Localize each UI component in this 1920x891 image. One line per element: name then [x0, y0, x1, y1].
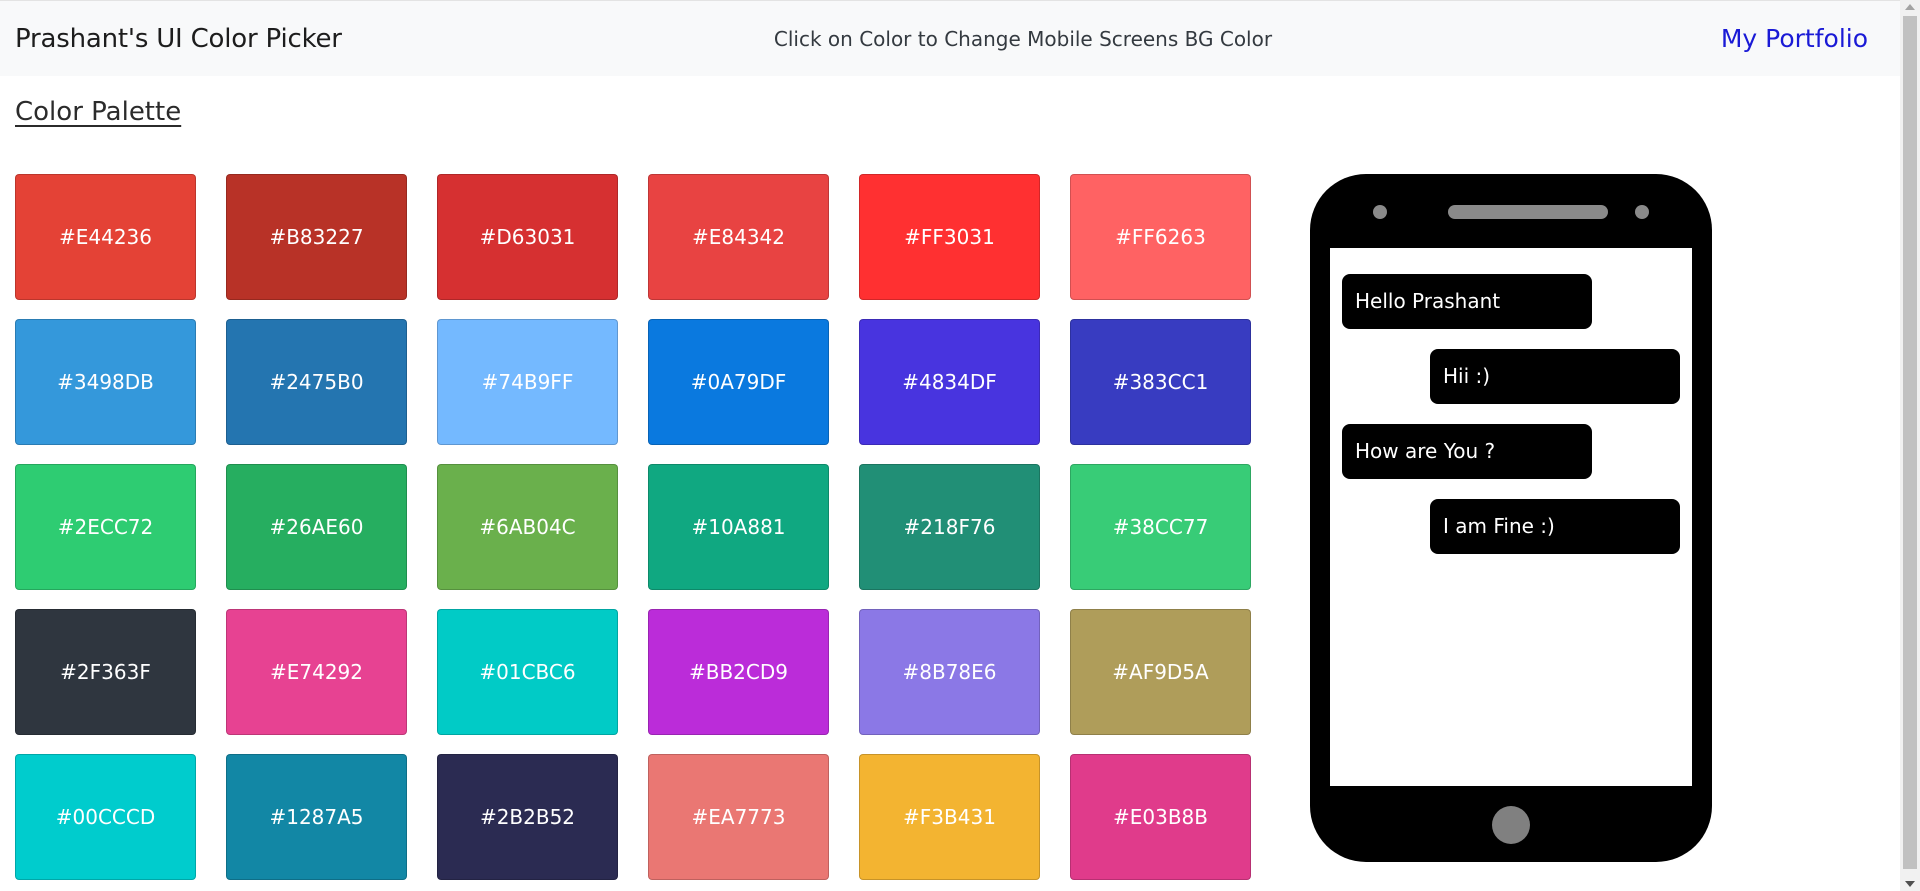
phone-screen: Hello Prashant Hii :) How are You ? I am…: [1330, 248, 1692, 786]
color-palette: #E44236 #B83227 #D63031 #E84342 #FF3031 …: [15, 174, 1251, 880]
color-swatch[interactable]: #0A79DF: [648, 319, 829, 445]
color-swatch[interactable]: #218F76: [859, 464, 1040, 590]
color-swatch[interactable]: #B83227: [226, 174, 407, 300]
color-swatch[interactable]: #2B2B52: [437, 754, 618, 880]
color-swatch[interactable]: #BB2CD9: [648, 609, 829, 735]
scroll-down-arrow-icon[interactable]: [1905, 881, 1915, 887]
color-swatch[interactable]: #E03B8B: [1070, 754, 1251, 880]
color-swatch[interactable]: #AF9D5A: [1070, 609, 1251, 735]
color-swatch[interactable]: #00CCCD: [15, 754, 196, 880]
sensor-dot-icon: [1635, 205, 1649, 219]
chat-bubble: Hello Prashant: [1342, 274, 1592, 329]
color-swatch[interactable]: #8B78E6: [859, 609, 1040, 735]
color-swatch[interactable]: #EA7773: [648, 754, 829, 880]
color-swatch[interactable]: #383CC1: [1070, 319, 1251, 445]
scrollbar-thumb[interactable]: [1903, 16, 1917, 869]
chat-bubble: How are You ?: [1342, 424, 1592, 479]
home-button-icon: [1492, 806, 1530, 844]
navbar: Prashant's UI Color Picker Click on Colo…: [0, 0, 1900, 76]
color-swatch[interactable]: #D63031: [437, 174, 618, 300]
instruction-text: Click on Color to Change Mobile Screens …: [773, 27, 1273, 51]
color-swatch[interactable]: #4834DF: [859, 319, 1040, 445]
palette-title: Color Palette: [15, 97, 182, 127]
color-swatch[interactable]: #2ECC72: [15, 464, 196, 590]
portfolio-link[interactable]: My Portfolio: [1721, 1, 1868, 77]
color-swatch[interactable]: #10A881: [648, 464, 829, 590]
phone-mockup: Hello Prashant Hii :) How are You ? I am…: [1310, 174, 1712, 862]
color-swatch[interactable]: #2F363F: [15, 609, 196, 735]
color-swatch[interactable]: #F3B431: [859, 754, 1040, 880]
color-swatch[interactable]: #26AE60: [226, 464, 407, 590]
color-swatch[interactable]: #2475B0: [226, 319, 407, 445]
color-swatch[interactable]: #6AB04C: [437, 464, 618, 590]
color-swatch[interactable]: #1287A5: [226, 754, 407, 880]
color-swatch[interactable]: #FF6263: [1070, 174, 1251, 300]
color-swatch[interactable]: #E84342: [648, 174, 829, 300]
color-swatch[interactable]: #3498DB: [15, 319, 196, 445]
chat-bubble: I am Fine :): [1430, 499, 1680, 554]
color-swatch[interactable]: #74B9FF: [437, 319, 618, 445]
camera-dot-icon: [1373, 205, 1387, 219]
color-swatch[interactable]: #E44236: [15, 174, 196, 300]
color-swatch[interactable]: #01CBC6: [437, 609, 618, 735]
color-swatch[interactable]: #E74292: [226, 609, 407, 735]
color-swatch[interactable]: #FF3031: [859, 174, 1040, 300]
scroll-up-arrow-icon[interactable]: [1905, 4, 1915, 10]
vertical-scrollbar[interactable]: [1900, 0, 1920, 891]
speaker-grille-icon: [1448, 205, 1608, 219]
color-swatch[interactable]: #38CC77: [1070, 464, 1251, 590]
chat-bubble: Hii :): [1430, 349, 1680, 404]
